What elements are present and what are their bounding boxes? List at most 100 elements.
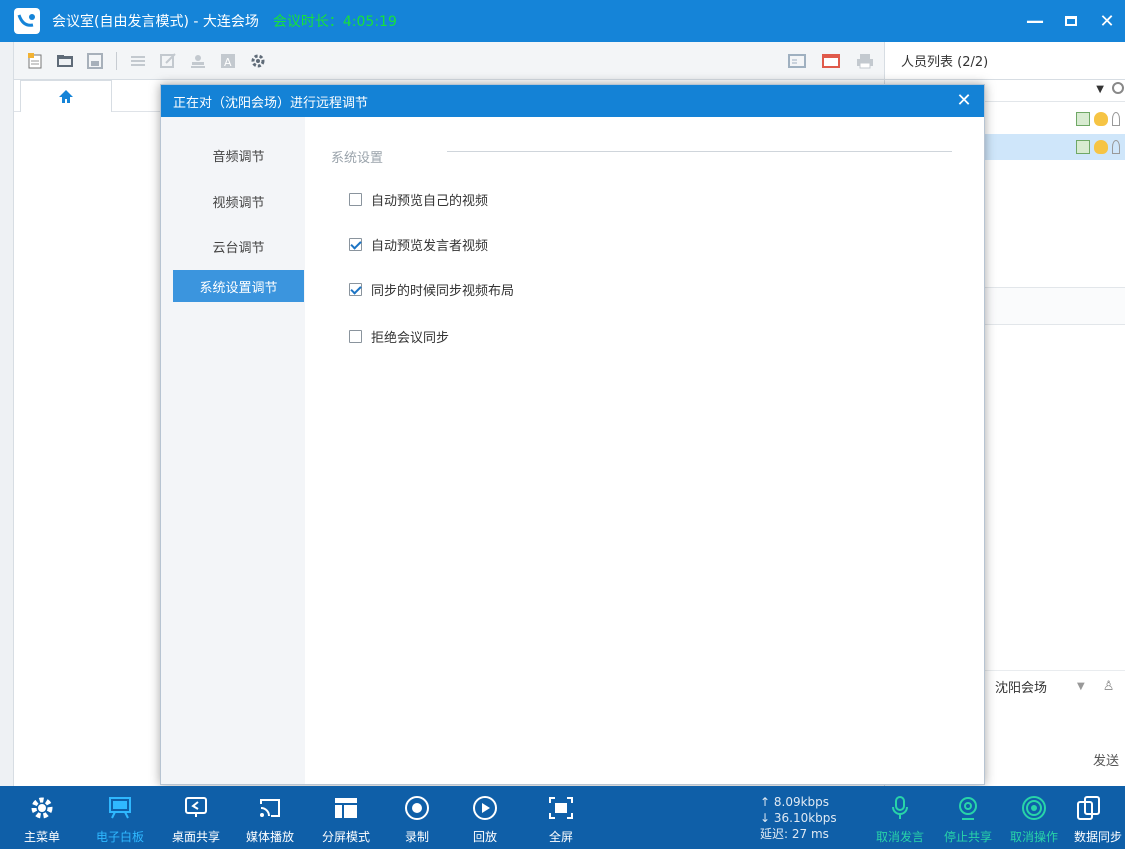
checkbox[interactable] [349,330,362,343]
dialog-sidebar: 音频调节 视频调节 云台调节 系统设置调节 [161,117,305,784]
venue-dropdown-icon: ▼ [1077,681,1085,692]
dialog-title: 正在对（沈阳会场）进行远程调节 [173,95,369,111]
play-icon [470,794,500,822]
target-icon [1019,794,1049,822]
cancel-operation-button[interactable]: 取消操作 [1010,786,1058,849]
sidebar-item-label: 云台调节 [212,240,265,256]
checkbox-checked[interactable] [349,283,362,296]
video-doc-icon [1076,112,1090,126]
desktop-share-button[interactable]: 桌面共享 [172,786,220,849]
record-button[interactable]: 录制 [402,786,432,849]
window-icon[interactable] [822,53,840,69]
download-rate: ↓ 36.10kbps [760,811,837,825]
sidebar-item-video[interactable]: 视频调节 [173,185,304,217]
section-divider [447,151,952,152]
whiteboard-label: 电子白板 [96,830,145,844]
meeting-timer: 会议时长：4:05:19 [272,14,397,30]
stop-share-label: 停止共享 [944,830,993,844]
whiteboard-icon [105,794,135,822]
person-icon[interactable]: ♙ [1103,679,1115,694]
option-sync-layout[interactable]: 同步的时候同步视频布局 [349,280,514,299]
people-list-title: 人员列表 (2/2) [901,55,989,70]
dialog-content: 系统设置 自动预览自己的视频 自动预览发言者视频 同步的时候同步视频布局 拒绝会… [305,117,984,784]
sidebar-item-label: 音频调节 [212,149,265,165]
cancel-speak-button[interactable]: 取消发言 [876,786,924,849]
venue-select-value: 沈阳会场 [995,681,1048,696]
option-preview-self[interactable]: 自动预览自己的视频 [349,190,488,209]
stamp-icon[interactable] [189,53,207,69]
whiteboard-button[interactable]: 电子白板 [96,786,144,849]
gear-icon [27,794,57,822]
sidebar-item-ptz[interactable]: 云台调节 [173,230,304,262]
home-icon [59,90,73,103]
bottom-bar: 主菜单 电子白板 桌面共享 媒体播放 分屏模式 录制 回放 全屏 ↑ 8.09k… [0,786,1125,849]
print-icon[interactable] [856,53,874,69]
stop-share-button[interactable]: 停止共享 [944,786,992,849]
save-icon[interactable] [86,52,104,69]
upload-rate: ↑ 8.09kbps [760,795,830,809]
data-sync-icon [1074,794,1104,822]
user-icon [1112,112,1120,126]
option-label: 自动预览自己的视频 [371,194,489,209]
maximize-button[interactable] [1053,0,1089,42]
desktop-share-label: 桌面共享 [172,830,221,844]
sidebar-item-system[interactable]: 系统设置调节 [173,270,304,302]
send-button[interactable]: 发送 [1093,750,1119,769]
main-menu-button[interactable]: 主菜单 [24,786,60,849]
people-list-header: 人员列表 (2/2) [884,42,1125,80]
data-sync-button[interactable]: 数据同步 [1074,786,1125,849]
search-icon[interactable] [1112,82,1124,94]
dialog-close-button[interactable]: ✕ [954,91,974,111]
split-screen-button[interactable]: 分屏模式 [322,786,370,849]
close-button[interactable]: ✕ [1089,0,1125,42]
edit-icon[interactable] [159,52,177,69]
fullscreen-button[interactable]: 全屏 [546,786,576,849]
dialog-title-bar: 正在对（沈阳会场）进行远程调节 ✕ [161,85,984,117]
app-logo-icon [14,8,40,34]
record-label: 录制 [404,830,429,844]
option-label: 拒绝会议同步 [371,331,450,346]
remote-adjust-dialog: 正在对（沈阳会场）进行远程调节 ✕ 音频调节 视频调节 云台调节 系统设置调节 … [160,84,985,785]
text-icon[interactable]: A [219,53,237,69]
sidebar-item-label: 系统设置调节 [199,280,278,296]
checkbox-checked[interactable] [349,238,362,251]
open-folder-icon[interactable] [56,53,74,69]
option-preview-speaker[interactable]: 自动预览发言者视频 [349,235,488,254]
left-edge [0,42,14,786]
dropdown-arrow-icon[interactable]: ▼ [1096,84,1104,95]
layout-icon[interactable] [788,53,806,69]
option-label: 自动预览发言者视频 [371,239,489,254]
checkbox[interactable] [349,193,362,206]
fullscreen-icon [546,794,576,822]
send-label: 发送 [1092,754,1119,769]
user-icon [1112,140,1120,154]
media-play-label: 媒体播放 [246,830,295,844]
playback-label: 回放 [472,830,497,844]
list-icon[interactable] [129,53,147,69]
settings-icon[interactable] [249,53,267,69]
main-menu-label: 主菜单 [24,830,61,844]
toolbar-separator [116,51,117,70]
network-status: ↑ 8.09kbps ↓ 36.10kbps 延迟: 27 ms [760,794,837,842]
new-doc-icon[interactable] [26,52,44,69]
playback-button[interactable]: 回放 [470,786,500,849]
window-title: 会议室(自由发言模式) - 大连会场 [52,14,259,30]
option-reject-sync[interactable]: 拒绝会议同步 [349,327,449,346]
minimize-icon: — [1026,10,1044,32]
close-icon: ✕ [956,90,972,111]
media-play-button[interactable]: 媒体播放 [246,786,294,849]
close-icon: ✕ [1099,10,1115,32]
cancel-operation-label: 取消操作 [1010,830,1059,844]
home-tab[interactable] [20,80,112,112]
microphone-icon [1094,140,1108,154]
option-label: 同步的时候同步视频布局 [371,284,515,299]
cancel-speak-label: 取消发言 [876,830,925,844]
record-icon [402,794,432,822]
fullscreen-label: 全屏 [548,830,573,844]
microphone-icon [1094,112,1108,126]
sidebar-item-audio[interactable]: 音频调节 [173,139,304,171]
maximize-icon [1065,16,1077,26]
split-screen-label: 分屏模式 [322,830,371,844]
monitor-icon [181,794,211,822]
minimize-button[interactable]: — [1017,0,1053,42]
